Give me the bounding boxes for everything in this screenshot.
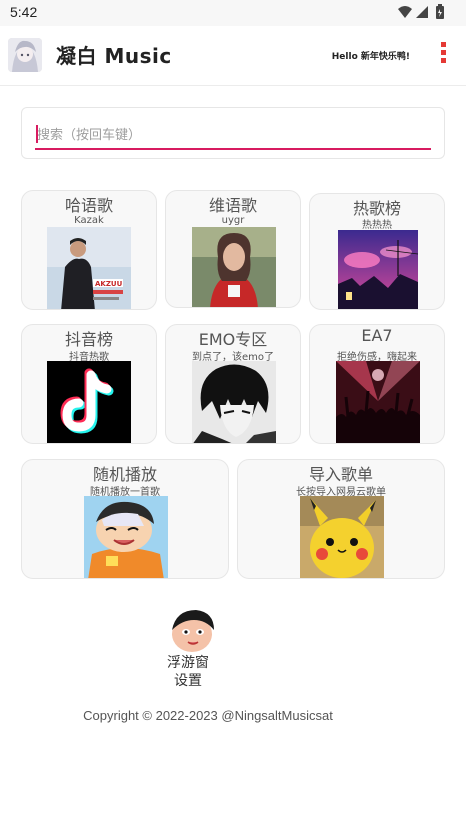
card-title: 哈语歌 xyxy=(64,196,113,215)
card-uyghur-songs[interactable]: 维语歌 uygr xyxy=(165,190,301,308)
card-hot-chart[interactable]: 热歌榜 热热热 xyxy=(309,193,445,310)
card-random-play[interactable]: 随机播放 随机播放一首歌 xyxy=(21,459,229,579)
import-playlist-album-art xyxy=(300,496,384,578)
card-import-playlist[interactable]: 导入歌单 长按导入网易云歌单 xyxy=(237,459,445,579)
card-subtitle: 热热热 xyxy=(362,220,392,231)
ea7-album-art xyxy=(336,361,420,443)
search-input[interactable] xyxy=(35,122,431,150)
signal-icon xyxy=(416,6,428,18)
text-caret xyxy=(36,125,38,143)
kazak-album-art: AKZUU xyxy=(47,227,131,309)
floating-window-avatar[interactable] xyxy=(170,608,216,652)
floating-window-line2: 设置 xyxy=(174,673,202,689)
card-douyin-chart[interactable]: 抖音榜 抖音热歌 xyxy=(21,324,157,444)
card-emo-zone[interactable]: EMO专区 到点了，该emo了 xyxy=(165,324,301,444)
floating-window-line1: 浮游窗 xyxy=(167,655,209,671)
card-title: EA7 xyxy=(361,326,393,345)
copyright-text: Copyright © 2022-2023 @NingsaltMusicsat xyxy=(83,708,333,723)
more-vert-icon[interactable] xyxy=(438,42,448,68)
uyghur-album-art xyxy=(192,227,276,307)
card-title: 导入歌单 xyxy=(308,465,373,484)
app-title: 凝白 Music xyxy=(56,44,172,68)
app-avatar[interactable] xyxy=(8,38,42,72)
card-ea7[interactable]: EA7 拒绝伤感，嗨起来 xyxy=(309,324,445,444)
wifi-icon xyxy=(398,6,412,18)
battery-icon xyxy=(436,4,444,19)
card-title: 抖音榜 xyxy=(64,330,113,349)
random-play-album-art xyxy=(84,496,168,578)
status-bar: 5:42 xyxy=(0,0,466,26)
greeting-text: Hello 新年快乐鸭! xyxy=(331,52,410,62)
status-icons xyxy=(394,4,454,22)
emo-album-art xyxy=(192,361,276,443)
status-time: 5:42 xyxy=(10,4,38,20)
card-title: 随机播放 xyxy=(92,465,157,484)
floating-window-settings[interactable]: 浮游窗 设置 xyxy=(150,654,226,690)
search-card xyxy=(21,107,445,159)
card-title: 维语歌 xyxy=(208,196,257,215)
card-subtitle: Kazak xyxy=(74,215,104,226)
card-subtitle: uygr xyxy=(221,215,245,226)
card-title: EMO专区 xyxy=(198,330,268,349)
kazak-cover-text: AKZUU xyxy=(95,280,123,288)
hot-chart-album-art xyxy=(338,230,418,309)
douyin-album-art xyxy=(47,361,131,443)
app-bar: 凝白 Music Hello 新年快乐鸭! xyxy=(0,26,466,86)
card-kazak-songs[interactable]: 哈语歌 Kazak AKZUU xyxy=(21,190,157,310)
